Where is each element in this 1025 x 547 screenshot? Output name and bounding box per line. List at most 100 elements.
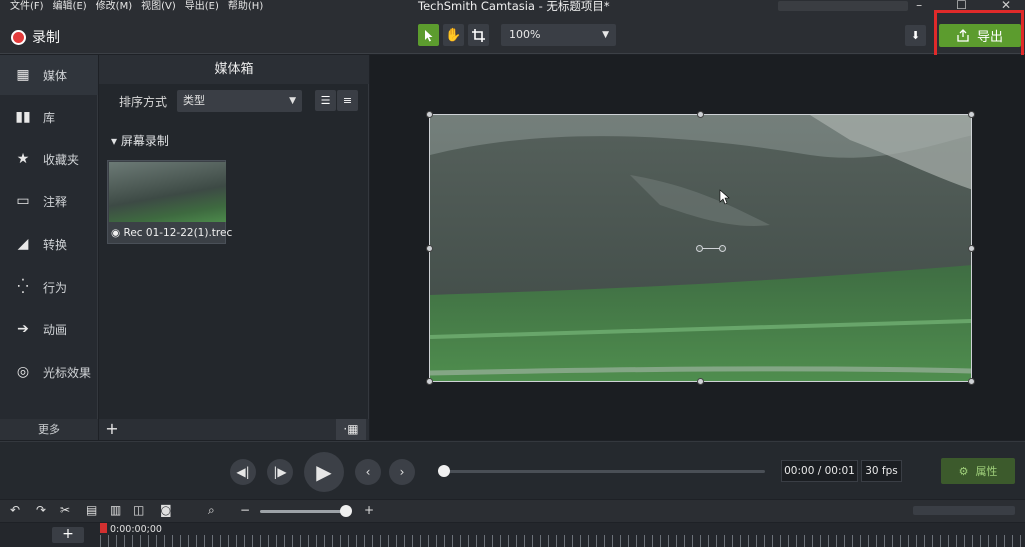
ruler-ticks	[100, 535, 1025, 547]
export-dropdown-button[interactable]: ⬇	[905, 25, 926, 46]
maximize-button[interactable]: ☐	[956, 0, 967, 12]
menu-list: 文件(F) 编辑(E) 修改(M) 视图(V) 导出(E) 帮助(H)	[10, 0, 263, 13]
zoom-in-icon[interactable]: +	[364, 503, 374, 517]
resize-handle[interactable]	[426, 245, 433, 252]
zoom-out-icon[interactable]: −	[240, 503, 250, 517]
resize-handle[interactable]	[697, 378, 704, 385]
gear-icon: ⚙	[958, 464, 969, 478]
sort-ascending-button[interactable]: ☰	[315, 90, 336, 111]
undo-icon[interactable]: ↶	[10, 503, 20, 517]
sort-descending-button[interactable]: ≡	[337, 90, 358, 111]
import-media-button[interactable]: +	[102, 419, 122, 440]
resize-handle[interactable]	[968, 378, 975, 385]
resize-handle[interactable]	[697, 111, 704, 118]
cut-icon[interactable]: ✂	[60, 503, 70, 517]
record-label: 录制	[32, 30, 60, 46]
split-icon[interactable]: ◫	[133, 503, 144, 517]
sidebar-item-label: 动画	[43, 322, 68, 337]
add-track-button[interactable]: +	[52, 527, 84, 543]
redo-icon[interactable]: ↷	[36, 503, 46, 517]
play-icon: ▶	[316, 460, 332, 484]
cursor-effect-icon: ◎	[16, 364, 30, 380]
sidebar-item-media[interactable]: ▦ 媒体	[0, 55, 98, 95]
share-icon	[957, 29, 969, 42]
sidebar-item-library[interactable]: ▮▮ 库	[0, 97, 98, 137]
sidebar-item-cursor-effects[interactable]: ◎ 光标效果	[0, 352, 98, 392]
close-button[interactable]: ✕	[1001, 0, 1011, 12]
timeline-zoom-slider[interactable]	[260, 510, 350, 513]
select-tool-button[interactable]	[418, 24, 439, 46]
media-bin-footer: + ·▦	[99, 419, 369, 440]
timeline-zoom-knob[interactable]	[340, 505, 352, 517]
previous-button[interactable]: ‹	[355, 459, 381, 485]
sidebar-item-label: 光标效果	[43, 365, 92, 380]
play-button[interactable]: ▶	[304, 452, 344, 492]
timeline-ruler: + 0:00:00;00	[0, 523, 1025, 547]
annotation-icon: ▭	[16, 193, 30, 209]
group-header-screen-recordings[interactable]: ▾ 屏幕录制	[111, 132, 169, 149]
step-forward-button[interactable]: |▶	[267, 459, 293, 485]
menu-view[interactable]: 视图(V)	[141, 0, 176, 13]
minimize-button[interactable]: –	[916, 0, 922, 12]
menu-edit[interactable]: 编辑(E)	[53, 0, 87, 13]
timeline-scroll-bar[interactable]	[913, 506, 1015, 515]
menu-help[interactable]: 帮助(H)	[228, 0, 263, 13]
resize-handle[interactable]	[426, 111, 433, 118]
sidebar-item-label: 注释	[43, 194, 68, 209]
scrub-knob[interactable]	[438, 465, 450, 477]
next-button[interactable]: ›	[389, 459, 415, 485]
zoom-select[interactable]: 100% ▼	[501, 24, 616, 46]
group-header-label: 屏幕录制	[120, 134, 169, 148]
sidebar-item-label: 收藏夹	[43, 152, 80, 167]
properties-button[interactable]: ⚙ 属性	[941, 458, 1015, 484]
step-back-button[interactable]: ◀|	[230, 459, 256, 485]
caret-down-icon: ▾	[111, 134, 118, 148]
sidebar-item-favorites[interactable]: ★ 收藏夹	[0, 139, 98, 179]
record-button[interactable]: 录制	[11, 27, 60, 47]
sidebar-item-behaviors[interactable]: ⁛ 行为	[0, 267, 98, 307]
clip-caption: ◉ Rec 01-12-22(1).trec	[111, 227, 232, 239]
search-icon[interactable]: ⌕	[208, 503, 215, 518]
sort-label: 排序方式	[119, 95, 168, 109]
sidebar-item-label: 库	[43, 110, 56, 125]
record-icon	[11, 29, 26, 45]
resize-handle[interactable]	[968, 245, 975, 252]
playhead[interactable]	[100, 523, 107, 533]
grid-icon: ·▦	[343, 422, 359, 436]
more-button[interactable]: 更多	[0, 419, 98, 440]
preview-canvas	[370, 55, 1025, 440]
menu-modify[interactable]: 修改(M)	[96, 0, 132, 13]
media-bin-panel: 媒体箱 排序方式 类型 ▼ ☰ ≡ ▾ 屏幕录制 ◉ Rec 01-12-22(…	[99, 55, 369, 440]
sidebar-item-label: 转换	[43, 237, 68, 252]
resize-handle[interactable]	[426, 378, 433, 385]
step-forward-icon: |▶	[273, 465, 287, 479]
sidebar-item-label: 媒体	[43, 68, 68, 83]
export-label: 导出	[976, 30, 1003, 45]
copy-icon[interactable]: ▤	[86, 503, 97, 517]
resize-handle[interactable]	[968, 111, 975, 118]
sidebar-item-transitions[interactable]: ◢ 转换	[0, 224, 98, 264]
view-mode-button[interactable]: ·▦	[336, 419, 366, 440]
sidebar-item-animations[interactable]: ➔ 动画	[0, 309, 98, 349]
download-arrow-icon: ⬇	[910, 29, 921, 42]
library-icon: ▮▮	[15, 109, 31, 125]
media-bin-title: 媒体箱	[99, 55, 369, 84]
menu-export[interactable]: 导出(E)	[185, 0, 219, 13]
sort-select[interactable]: 类型 ▼	[177, 90, 302, 112]
menu-file[interactable]: 文件(F)	[10, 0, 44, 13]
crop-tool-button[interactable]	[468, 24, 489, 46]
scrub-track[interactable]	[440, 470, 765, 473]
camera-icon[interactable]: ◙	[160, 503, 172, 517]
export-button[interactable]: 导出	[939, 24, 1021, 47]
sidebar-item-label: 行为	[43, 280, 68, 295]
playback-bar: ◀| |▶ ▶ ‹ › 00:00 / 00:01 30 fps ⚙ 属性	[0, 441, 1025, 499]
rotate-handle[interactable]	[696, 245, 726, 252]
media-clip-thumbnail[interactable]: ◉ Rec 01-12-22(1).trec	[107, 160, 232, 244]
timeline-toolbar: ↶ ↷ ✂ ▤ ▥ ◫ ◙ ⌕ − +	[0, 500, 1025, 522]
pan-tool-button[interactable]: ✋	[443, 24, 464, 46]
paste-icon[interactable]: ▥	[110, 503, 121, 517]
chevron-left-icon: ‹	[365, 465, 371, 479]
sidebar-item-annotations[interactable]: ▭ 注释	[0, 181, 98, 221]
timecode-display: 00:00 / 00:01	[781, 460, 858, 482]
plus-icon: +	[105, 419, 119, 438]
